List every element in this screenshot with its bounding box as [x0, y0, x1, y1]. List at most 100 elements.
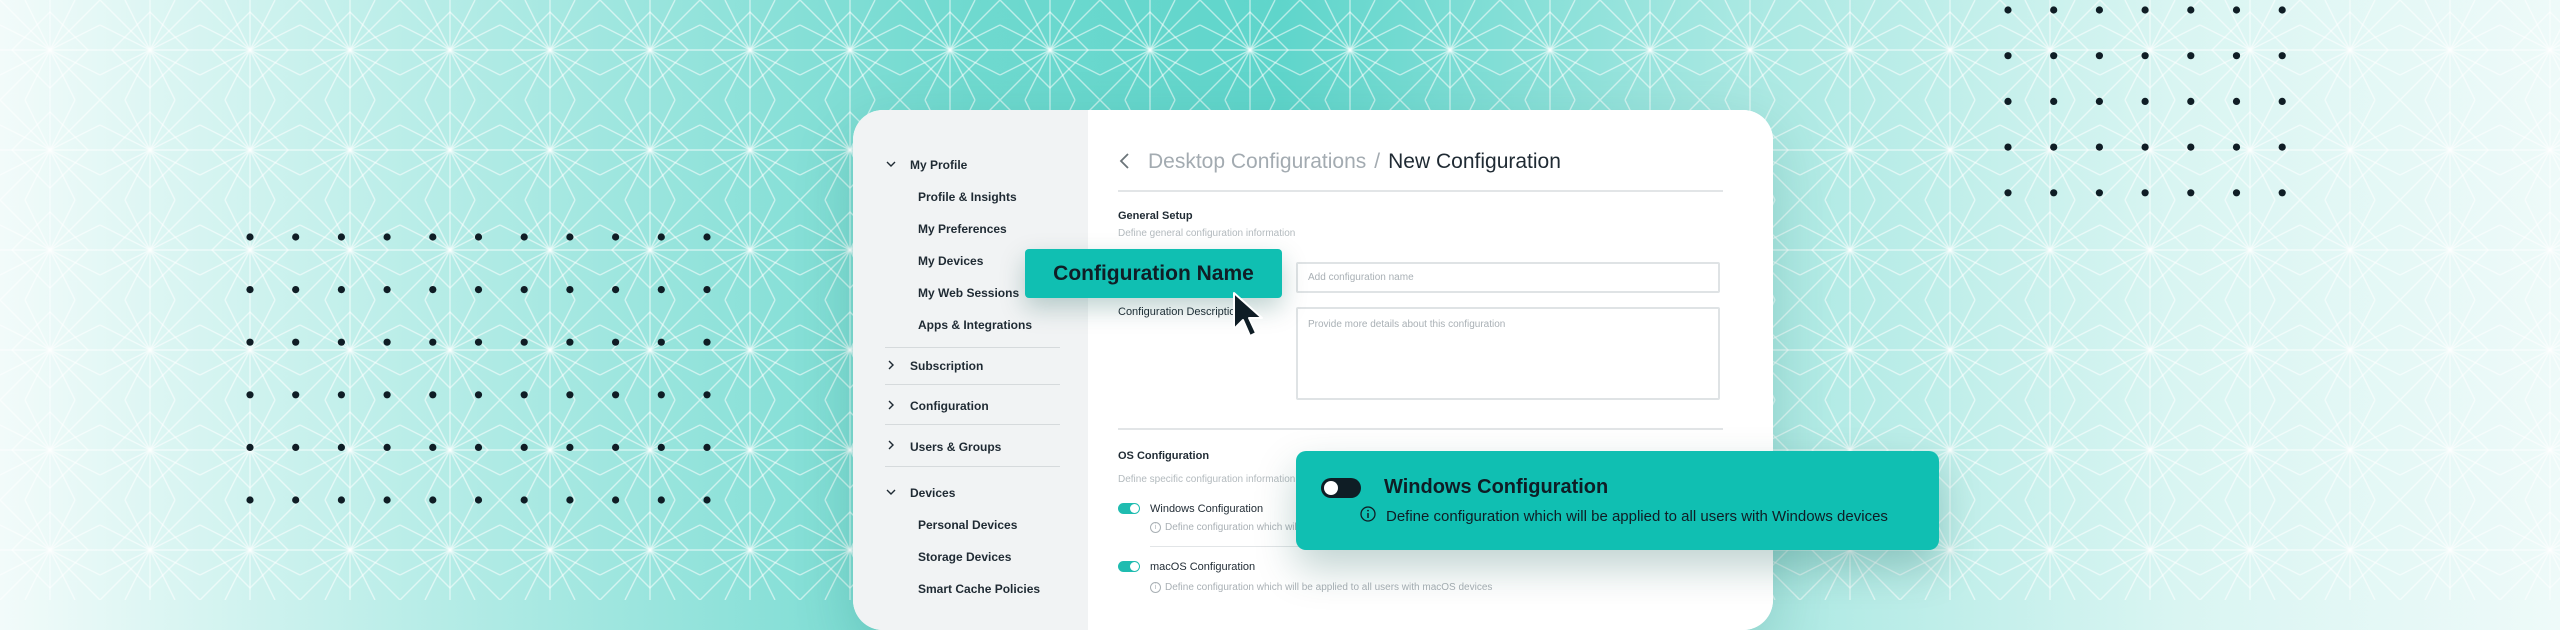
decorative-dot — [2232, 143, 2241, 151]
decorative-dot — [292, 233, 300, 241]
configuration-name-input[interactable]: Add configuration name — [1296, 262, 1720, 293]
divider — [1118, 190, 1723, 192]
decorative-dot — [2141, 97, 2149, 105]
decorative-dot — [2095, 6, 2103, 14]
decorative-dot — [657, 496, 665, 504]
decorative-dot — [566, 443, 574, 451]
divider — [885, 424, 1060, 425]
sidebar-item-users-groups[interactable]: Users & Groups — [910, 440, 1001, 454]
decorative-dot — [2050, 6, 2058, 14]
decorative-dot — [657, 233, 665, 241]
section-subtitle-os: Define specific configuration informatio… — [1118, 474, 1296, 485]
decorative-dot — [292, 338, 300, 346]
sidebar-item-profile-insights[interactable]: Profile & Insights — [918, 190, 1017, 204]
decorative-dot — [292, 496, 300, 504]
decorative-dot — [429, 496, 437, 504]
decorative-dot — [429, 391, 437, 399]
chevron-right-icon[interactable] — [885, 359, 897, 371]
decorative-dot — [657, 338, 665, 346]
chevron-down-icon[interactable] — [885, 486, 897, 498]
decorative-dot — [2050, 52, 2058, 60]
sidebar-item-apps-integrations[interactable]: Apps & Integrations — [918, 318, 1032, 332]
sidebar: My Profile Profile & Insights My Prefere… — [853, 110, 1088, 630]
chevron-right-icon[interactable] — [885, 439, 897, 451]
decorative-dot — [2187, 52, 2195, 60]
decorative-dot — [474, 443, 483, 451]
decorative-dot — [2095, 143, 2103, 151]
divider — [1118, 428, 1723, 430]
decorative-dot — [383, 286, 391, 294]
dot-grid-left — [246, 233, 711, 504]
sidebar-item-my-web-sessions[interactable]: My Web Sessions — [918, 286, 1019, 300]
chevron-down-icon[interactable] — [885, 158, 897, 170]
decorative-dot — [566, 286, 574, 294]
back-arrow-icon[interactable] — [1118, 152, 1132, 170]
macos-toggle[interactable] — [1118, 561, 1140, 572]
sidebar-item-my-profile[interactable]: My Profile — [910, 158, 967, 172]
decorative-dot — [657, 443, 665, 451]
decorative-dot — [2278, 97, 2286, 105]
decorative-dot — [612, 286, 620, 294]
decorative-dot — [566, 338, 574, 346]
decorative-dot — [2141, 143, 2149, 151]
decorative-dot — [2278, 189, 2286, 197]
decorative-dot — [2141, 52, 2149, 60]
decorative-dot — [612, 338, 620, 346]
cursor-icon — [1233, 292, 1263, 337]
decorative-dot — [429, 286, 437, 294]
decorative-dot — [474, 233, 483, 241]
decorative-dot — [703, 338, 711, 346]
decorative-dot — [703, 496, 711, 504]
decorative-dot — [657, 391, 665, 399]
decorative-dot — [2004, 143, 2012, 151]
decorative-dot — [2141, 6, 2149, 14]
decorative-dot — [2232, 52, 2241, 60]
breadcrumb-parent[interactable]: Desktop Configurations — [1148, 150, 1366, 173]
decorative-dot — [474, 391, 483, 399]
page-title: New Configuration — [1388, 150, 1561, 173]
windows-toggle[interactable] — [1118, 503, 1140, 514]
decorative-dot — [2004, 189, 2012, 197]
info-icon: i — [1150, 582, 1161, 593]
decorative-dot — [2232, 6, 2241, 14]
decorative-dot — [2004, 52, 2012, 60]
sidebar-item-my-devices[interactable]: My Devices — [918, 254, 983, 268]
windows-configuration-toggle[interactable] — [1321, 478, 1361, 498]
decorative-dot — [292, 391, 300, 399]
sidebar-item-devices[interactable]: Devices — [910, 486, 955, 500]
decorative-dot — [2095, 52, 2103, 60]
decorative-dot — [429, 443, 437, 451]
decorative-dot — [2187, 189, 2195, 197]
chevron-right-icon[interactable] — [885, 399, 897, 411]
decorative-dot — [2278, 52, 2286, 60]
decorative-dot — [2278, 6, 2286, 14]
decorative-dot — [292, 286, 300, 294]
decorative-dot — [2187, 97, 2195, 105]
decorative-dot — [612, 233, 620, 241]
info-icon: i — [1150, 522, 1161, 533]
decorative-dot — [383, 338, 391, 346]
windows-configuration-callout: Windows Configuration Define configurati… — [1296, 451, 1939, 550]
configuration-description-textarea[interactable]: Provide more details about this configur… — [1296, 307, 1720, 400]
decorative-dot — [520, 286, 528, 294]
decorative-dot — [2232, 189, 2241, 197]
decorative-dot — [2232, 97, 2241, 105]
decorative-dot — [429, 233, 437, 241]
decorative-dot — [337, 391, 345, 399]
decorative-dot — [520, 443, 528, 451]
decorative-dot — [337, 233, 345, 241]
sidebar-item-personal-devices[interactable]: Personal Devices — [918, 518, 1017, 532]
sidebar-item-configuration[interactable]: Configuration — [910, 399, 989, 413]
decorative-dot — [337, 286, 345, 294]
sidebar-item-my-preferences[interactable]: My Preferences — [918, 222, 1007, 236]
sidebar-item-subscription[interactable]: Subscription — [910, 359, 983, 373]
decorative-dot — [612, 496, 620, 504]
input-placeholder: Add configuration name — [1308, 272, 1414, 283]
sidebar-item-storage-devices[interactable]: Storage Devices — [918, 550, 1011, 564]
windows-configuration-description: Define configuration which will be appli… — [1386, 508, 1888, 525]
decorative-dot — [703, 443, 711, 451]
decorative-dot — [703, 233, 711, 241]
sidebar-item-smart-cache-policies[interactable]: Smart Cache Policies — [918, 582, 1040, 596]
decorative-dot — [2278, 143, 2286, 151]
decorative-dot — [520, 338, 528, 346]
